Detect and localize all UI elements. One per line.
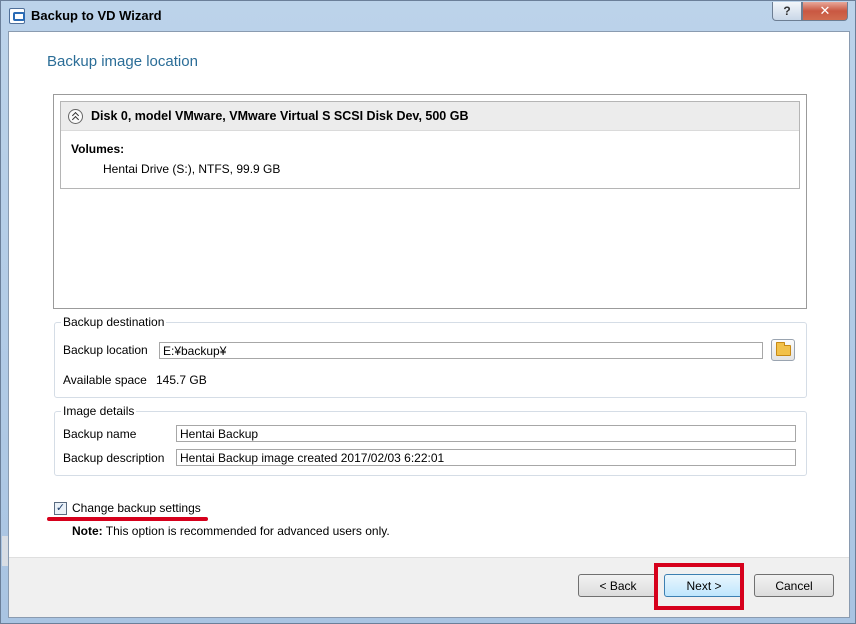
cancel-button[interactable]: Cancel: [754, 574, 834, 597]
title-bar[interactable]: Backup to VD Wizard ? ✕: [1, 1, 855, 31]
backup-description-label: Backup description: [63, 451, 165, 465]
advanced-note: Note: This option is recommended for adv…: [72, 524, 390, 538]
window-title: Backup to VD Wizard: [31, 8, 162, 23]
page-title: Backup image location: [47, 53, 198, 70]
disk-card: Disk 0, model VMware, VMware Virtual S S…: [60, 101, 800, 189]
wizard-window: Backup to VD Wizard ? ✕ Backup image loc…: [0, 0, 856, 624]
image-details-group: Image details Backup name Backup descrip…: [54, 404, 807, 476]
close-button[interactable]: ✕: [802, 2, 848, 21]
volume-item: Hentai Drive (S:), NTFS, 99.9 GB: [103, 162, 281, 176]
change-settings-checkbox[interactable]: ✓: [54, 502, 67, 515]
disk-header[interactable]: Disk 0, model VMware, VMware Virtual S S…: [61, 102, 799, 131]
backup-description-input[interactable]: [176, 449, 796, 466]
backup-location-input[interactable]: [159, 342, 763, 359]
collapse-chevron-icon[interactable]: [68, 108, 83, 124]
app-icon: [9, 8, 25, 24]
red-underline-annotation: [47, 517, 208, 521]
backup-destination-group: Backup destination Backup location Avail…: [54, 315, 807, 398]
wizard-content: Backup image location Disk 0, model VMwa…: [8, 31, 850, 618]
backup-name-label: Backup name: [63, 427, 137, 441]
red-highlight-box: [654, 563, 744, 610]
browse-folder-button[interactable]: [771, 339, 795, 361]
folder-icon: [776, 342, 791, 356]
disk-title: Disk 0, model VMware, VMware Virtual S S…: [91, 109, 469, 123]
available-space-value: 145.7 GB: [156, 373, 207, 387]
volumes-label: Volumes:: [71, 142, 125, 156]
backup-location-label: Backup location: [63, 343, 148, 357]
note-label: Note:: [72, 524, 103, 538]
disk-list-panel: Disk 0, model VMware, VMware Virtual S S…: [53, 94, 807, 309]
group-title: Image details: [61, 404, 137, 418]
wizard-footer: < Back Next > Cancel: [9, 557, 849, 617]
note-text: This option is recommended for advanced …: [102, 524, 390, 538]
change-settings-label[interactable]: Change backup settings: [72, 501, 201, 515]
group-title: Backup destination: [61, 315, 167, 329]
back-button[interactable]: < Back: [578, 574, 658, 597]
available-space-label: Available space: [63, 373, 147, 387]
backup-name-input[interactable]: [176, 425, 796, 442]
help-button[interactable]: ?: [772, 2, 802, 21]
